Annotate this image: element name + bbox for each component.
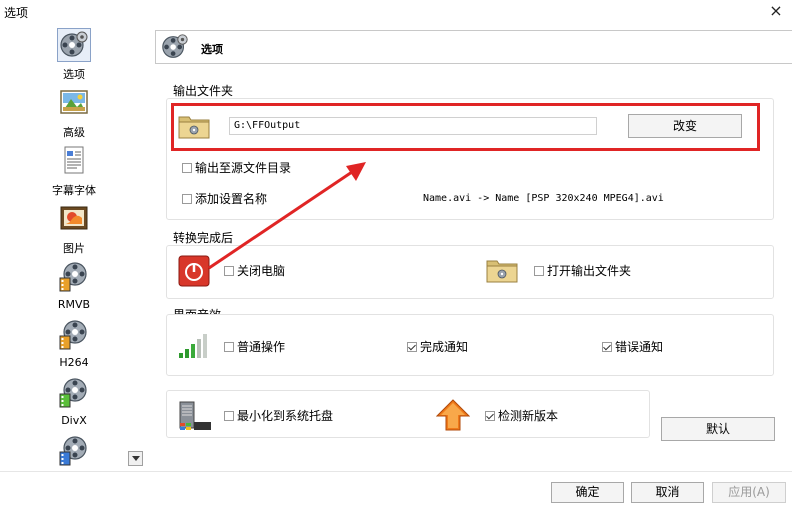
apply-button[interactable]: 应用(A)	[712, 482, 786, 503]
annotation-arrow	[208, 162, 366, 270]
cancel-button[interactable]: 取消	[631, 482, 704, 503]
ok-button[interactable]: 确定	[551, 482, 624, 503]
